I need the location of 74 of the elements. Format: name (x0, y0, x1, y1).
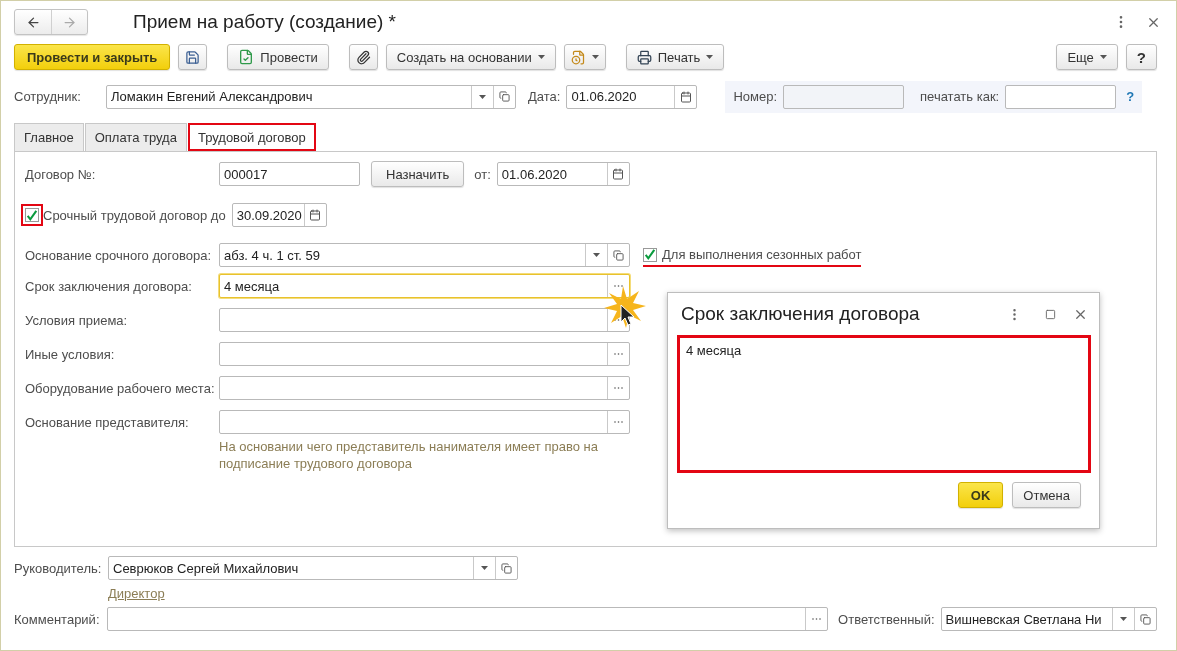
contract-date-field[interactable]: 01.06.2020 (496, 162, 630, 186)
field-label: Иные условия: (25, 346, 116, 362)
comment-field[interactable] (107, 607, 829, 631)
text-field[interactable] (219, 376, 630, 400)
seasonal-checkbox[interactable]: Для выполнения сезонных работ (643, 247, 862, 267)
tab[interactable]: Главное (14, 123, 84, 151)
text-field[interactable] (219, 410, 630, 434)
open-icon[interactable] (1140, 613, 1151, 625)
text-field[interactable] (219, 342, 630, 366)
create-based-button[interactable]: Создать на основании (385, 44, 556, 70)
field-label: Договор №: (25, 166, 97, 182)
attach-button[interactable] (348, 44, 378, 70)
window-title: Прием на работу (создание) * (133, 11, 397, 33)
field-label: Ответственный: (838, 611, 935, 627)
calendar-icon[interactable] (309, 209, 322, 221)
more-button[interactable]: Еще (1056, 44, 1118, 70)
caret-icon (481, 566, 488, 570)
report-button[interactable] (563, 44, 606, 70)
checkbox-label: Срочный трудовой договор до (43, 207, 226, 223)
field-label: от: (474, 166, 491, 182)
printer-icon (636, 49, 652, 65)
date-field[interactable]: 01.06.2020 (566, 84, 698, 109)
position-link[interactable]: Директор (108, 586, 1157, 601)
field-label: печатать как: (920, 89, 1000, 104)
calendar-icon[interactable] (612, 168, 625, 180)
basis-field[interactable]: абз. 4 ч. 1 ст. 59 (219, 243, 630, 267)
open-icon[interactable] (501, 562, 512, 574)
tab[interactable]: Оплата труда (84, 123, 187, 151)
text-field[interactable]: 4 месяца (219, 274, 630, 298)
field-label: Основание представителя: (25, 414, 190, 430)
save-icon (185, 49, 201, 65)
field-label: Комментарий: (14, 611, 101, 627)
responsible-field[interactable]: Вишневская Светлана Ни (940, 607, 1157, 631)
post-and-close-button[interactable]: Провести и закрыть (14, 44, 171, 70)
hint-text: На основании чего представитель нанимателя имеет право на подписание трудового договора (219, 438, 599, 472)
dialog-title: Срок заключения договора (680, 303, 921, 325)
field-label: Основание срочного договора: (25, 247, 212, 263)
cancel-button[interactable]: Отмена (1012, 482, 1081, 508)
caret-icon (1099, 55, 1107, 59)
print-button[interactable]: Печать (625, 44, 725, 70)
open-icon[interactable] (613, 249, 624, 261)
field-label: Номер: (733, 89, 778, 104)
field-label: Условия приема: (25, 312, 129, 328)
caret-icon (537, 55, 545, 59)
caret-icon (706, 55, 714, 59)
caret-icon (1120, 617, 1127, 621)
field-label: Сотрудник: (14, 89, 82, 104)
assign-button[interactable]: Назначить (371, 161, 465, 187)
end-date-field[interactable]: 30.09.2020 (231, 203, 327, 227)
tab[interactable]: Трудовой договор (187, 123, 316, 151)
help-link[interactable]: ? (1126, 89, 1135, 104)
field-label: Срок заключения договора: (25, 278, 193, 294)
document-icon (238, 49, 255, 65)
ok-button[interactable]: OK (957, 482, 1004, 508)
employee-field[interactable]: Ломакин Евгений Александрович (106, 84, 516, 109)
save-button[interactable] (178, 44, 208, 70)
forward-icon[interactable] (62, 14, 77, 30)
open-icon[interactable] (499, 91, 510, 102)
field-label: Руководитель: (14, 560, 102, 576)
caret-icon (591, 55, 599, 59)
paperclip-icon (355, 49, 371, 65)
check-icon (644, 248, 656, 261)
caret-icon (479, 94, 486, 99)
post-button[interactable]: Провести (227, 44, 329, 70)
calendar-icon[interactable] (679, 90, 692, 103)
caret-icon (593, 253, 600, 257)
contract-number-field[interactable]: 000017 (219, 162, 360, 186)
help-button[interactable]: ? (1125, 44, 1157, 70)
back-icon[interactable] (25, 14, 41, 30)
print-as-field[interactable] (1005, 84, 1117, 109)
field-label: Оборудование рабочего места: (25, 380, 213, 396)
field-label: Дата: (528, 89, 561, 104)
text-area[interactable]: 4 месяца (677, 335, 1091, 473)
manager-field[interactable]: Севрюков Сергей Михайлович (108, 556, 518, 580)
